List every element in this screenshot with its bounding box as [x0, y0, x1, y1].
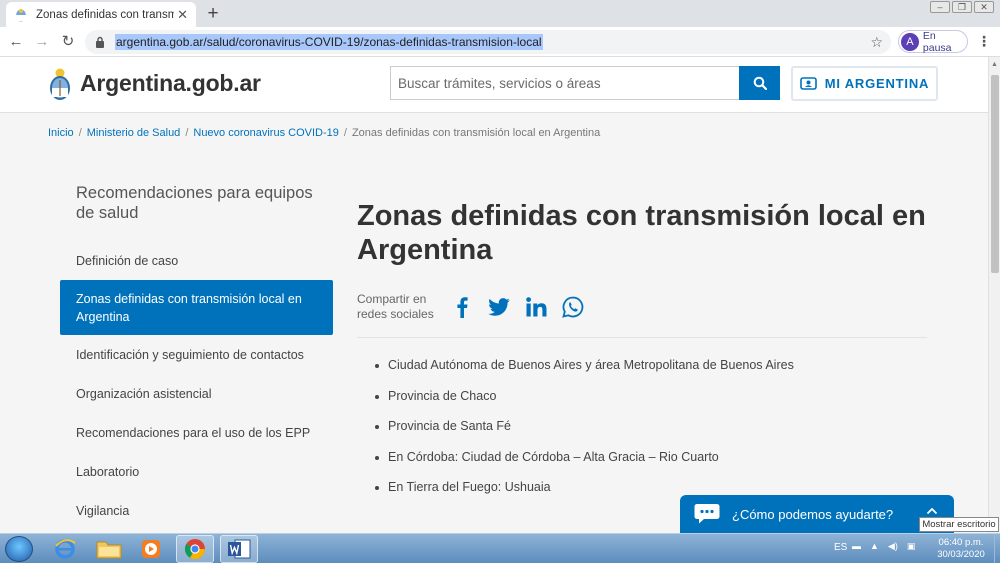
clock-date: 30/03/2020: [937, 549, 985, 560]
mi-argentina-button[interactable]: MI ARGENTINA: [791, 66, 938, 101]
system-tray: ▬ ▲ ◀) ▣: [852, 541, 915, 552]
mi-argentina-label: MI ARGENTINA: [824, 76, 930, 91]
facebook-icon[interactable]: [451, 296, 473, 318]
file-explorer-icon[interactable]: [90, 535, 128, 563]
sidebar-item-identificacion-contactos[interactable]: Identificación y seguimiento de contacto…: [60, 335, 333, 374]
breadcrumb-separator: /: [78, 127, 82, 139]
avatar: A: [901, 32, 919, 51]
sidebar-item-zonas-transmision[interactable]: Zonas definidas con transmisión local en…: [60, 280, 333, 335]
restore-button[interactable]: ❐: [952, 1, 972, 13]
breadcrumb-separator: /: [343, 127, 347, 139]
sidebar-item-uso-epp[interactable]: Recomendaciones para el uso de los EPP: [60, 413, 333, 452]
share-label: Compartir en redes sociales: [357, 292, 434, 321]
search-icon: [753, 76, 767, 90]
address-bar[interactable]: argentina.gob.ar/salud/coronavirus-COVID…: [85, 30, 891, 54]
sidebar-item-definicion-caso[interactable]: Definición de caso: [60, 241, 333, 280]
search-input[interactable]: [390, 66, 740, 100]
windows-taskbar: ES ▬ ▲ ◀) ▣ 06:40 p.m. 30/03/2020: [0, 533, 1000, 563]
media-player-icon[interactable]: [132, 535, 170, 563]
main-content: Zonas definidas con transmisión local en…: [357, 199, 927, 511]
share-row: Compartir en redes sociales: [357, 287, 927, 338]
window-controls: – ❐ ✕: [930, 1, 994, 13]
forward-arrow-icon[interactable]: →: [32, 32, 52, 52]
sidebar-item-organizacion-asistencial[interactable]: Organización asistencial: [60, 374, 333, 413]
windows-start-button[interactable]: [5, 536, 33, 562]
list-item: En Córdoba: Ciudad de Córdoba – Alta Gra…: [375, 450, 927, 481]
breadcrumb: Inicio / Ministerio de Salud / Nuevo cor…: [48, 127, 600, 139]
chevron-up-icon[interactable]: [926, 505, 938, 517]
chat-widget[interactable]: ¿Cómo podemos ayudarte?: [680, 495, 954, 533]
chrome-icon[interactable]: [176, 535, 214, 563]
whatsapp-icon[interactable]: [562, 296, 584, 318]
profile-status-label: En pausa: [922, 29, 952, 54]
chat-bubble-icon: [694, 504, 720, 524]
internet-explorer-icon[interactable]: [46, 535, 84, 563]
keyboard-icon[interactable]: ▬: [852, 541, 861, 552]
page-content: Inicio / Ministerio de Salud / Nuevo cor…: [0, 113, 988, 533]
browser-toolbar: ← → ↻ argentina.gob.ar/salud/coronavirus…: [0, 27, 1000, 57]
sidebar-item-vigilancia[interactable]: Vigilancia: [60, 491, 333, 530]
new-tab-button[interactable]: +: [203, 3, 223, 25]
show-desktop-button[interactable]: [994, 534, 1000, 563]
breadcrumb-coronavirus[interactable]: Nuevo coronavirus COVID-19: [193, 127, 339, 139]
twitter-icon[interactable]: [488, 296, 510, 318]
scroll-up-icon[interactable]: ▲: [991, 61, 998, 68]
zone-list: Ciudad Autónoma de Buenos Aires y área M…: [357, 358, 927, 511]
lock-icon: [96, 36, 104, 48]
network-icon[interactable]: ▣: [907, 541, 916, 552]
show-desktop-tooltip: Mostrar escritorio: [919, 517, 999, 532]
list-item: Ciudad Autónoma de Buenos Aires y área M…: [375, 358, 927, 389]
volume-icon[interactable]: ◀): [888, 541, 898, 552]
tray-expand-icon[interactable]: ▲: [870, 541, 879, 552]
breadcrumb-separator: /: [185, 127, 189, 139]
close-tab-icon[interactable]: ✕: [177, 7, 188, 23]
language-indicator[interactable]: ES: [834, 542, 847, 553]
argentina-coat-of-arms-icon[interactable]: [48, 67, 72, 101]
list-item: Provincia de Chaco: [375, 389, 927, 420]
argentina-favicon-icon: [16, 8, 26, 21]
page-scrollbar[interactable]: ▲: [988, 57, 1000, 533]
system-clock[interactable]: 06:40 p.m. 30/03/2020: [930, 537, 992, 561]
chat-label: ¿Cómo podemos ayudarte?: [732, 506, 894, 522]
reload-icon[interactable]: ↻: [58, 32, 78, 52]
id-card-icon: [799, 77, 817, 90]
site-logo-text[interactable]: Argentina.gob.ar: [80, 70, 261, 97]
url-text[interactable]: argentina.gob.ar/salud/coronavirus-COVID…: [115, 34, 543, 50]
scroll-thumb[interactable]: [991, 75, 999, 273]
minimize-button[interactable]: –: [930, 1, 950, 13]
breadcrumb-inicio[interactable]: Inicio: [48, 127, 74, 139]
bookmark-star-icon[interactable]: ☆: [870, 34, 883, 51]
profile-button[interactable]: A En pausa: [898, 29, 968, 54]
list-item: Provincia de Santa Fé: [375, 419, 927, 450]
word-icon[interactable]: [220, 535, 258, 563]
tab-title: Zonas definidas con transmisión local en…: [36, 8, 174, 21]
back-arrow-icon[interactable]: ←: [6, 32, 26, 52]
breadcrumb-current: Zonas definidas con transmisión local en…: [351, 127, 601, 139]
site-header: Argentina.gob.ar MI ARGENTINA: [0, 57, 988, 113]
sidebar-item-laboratorio[interactable]: Laboratorio: [60, 452, 333, 491]
browser-menu-icon[interactable]: ⋮: [977, 33, 991, 50]
breadcrumb-ministerio[interactable]: Ministerio de Salud: [87, 127, 181, 139]
search-button[interactable]: [739, 66, 780, 100]
browser-tabstrip: Zonas definidas con transmisión local en…: [0, 0, 1000, 27]
page-title: Zonas definidas con transmisión local en…: [357, 200, 926, 266]
sidebar-title: Recomendaciones para equipos de salud: [76, 184, 313, 222]
linkedin-icon[interactable]: [525, 296, 547, 318]
close-window-button[interactable]: ✕: [974, 1, 994, 13]
sidebar-nav: Recomendaciones para equipos de salud De…: [60, 183, 333, 530]
clock-time: 06:40 p.m.: [938, 537, 984, 548]
browser-tab[interactable]: Zonas definidas con transmisión local en…: [6, 2, 196, 27]
